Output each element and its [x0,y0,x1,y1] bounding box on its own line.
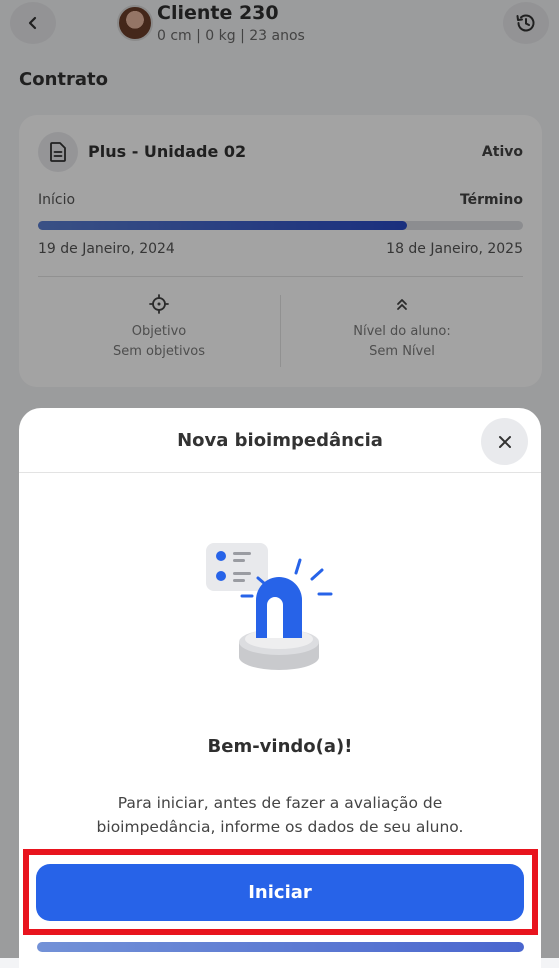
modal-description: Para iniciar, antes de fazer a avaliação… [96,794,464,836]
alert-siren-icon [206,543,333,670]
close-icon [498,435,511,448]
progress-bar-peek [37,942,524,952]
start-button[interactable]: Iniciar [36,864,524,921]
modal-divider [19,472,541,473]
welcome-heading: Bem-vindo(a)! [207,736,353,757]
close-button[interactable] [481,418,528,465]
modal-title: Nova bioimpedância [177,430,383,451]
